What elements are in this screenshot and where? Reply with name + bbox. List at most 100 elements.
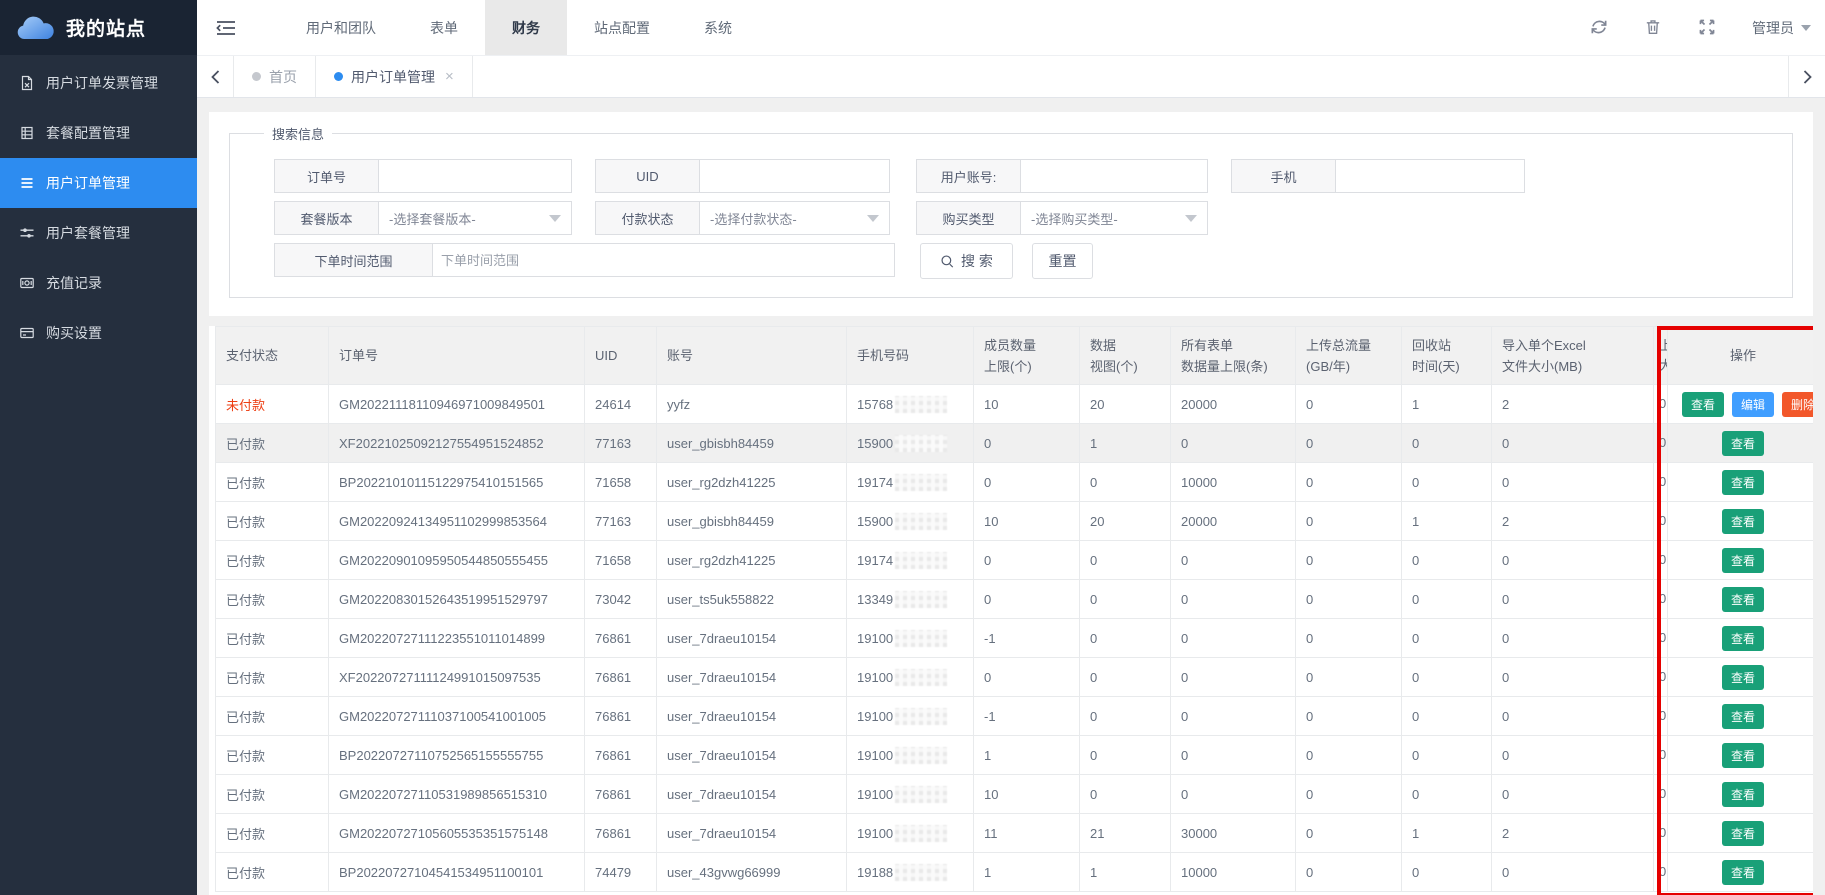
orders-table: 支付状态订单号UID账号手机号码成员数量上限(个)数据视图(个)所有表单数据量上…	[215, 326, 1813, 892]
tabs-scroll-right-button[interactable]	[1788, 56, 1825, 97]
cell-account: user_rg2dzh41225	[657, 541, 847, 580]
sidebar: 我的站点 用户订单发票管理套餐配置管理用户订单管理用户套餐管理充值记录购买设置	[0, 0, 197, 895]
sidebar-item-recharge-record[interactable]: 充值记录	[0, 258, 197, 308]
view-button[interactable]: 查看	[1722, 782, 1764, 807]
cell-account: user_7draeu10154	[657, 658, 847, 697]
topbar: 用户和团队表单财务站点配置系统	[197, 0, 1825, 55]
search-row-3: 下单时间范围 搜 索 重置	[274, 243, 1782, 279]
cell-actions: 查看	[1668, 502, 1814, 541]
purchase-type-select[interactable]: -选择购买类型-	[1020, 201, 1208, 235]
package-version-select[interactable]: -选择套餐版本-	[378, 201, 572, 235]
sidebar-item-order-list[interactable]: 用户订单管理	[0, 158, 197, 208]
cell-member-limit: 0	[974, 463, 1080, 502]
search-row-2: 套餐版本 -选择套餐版本- 付款状态 -选择付款状态-	[274, 201, 1782, 235]
collapse-sidebar-button[interactable]	[197, 0, 255, 55]
view-button[interactable]: 查看	[1682, 392, 1724, 417]
cloud-logo-icon	[14, 13, 58, 43]
cell-data-views: 0	[1080, 736, 1171, 775]
top-nav-tab-4[interactable]: 系统	[677, 0, 759, 55]
cell-data-views: 0	[1080, 775, 1171, 814]
view-button[interactable]: 查看	[1722, 548, 1764, 573]
order-no-input[interactable]	[378, 159, 572, 193]
cell-upload-traffic: 0	[1296, 424, 1402, 463]
phone-mask	[895, 474, 947, 491]
cell-clipped: 0	[1654, 385, 1668, 424]
trash-icon[interactable]	[1644, 18, 1664, 38]
phone-mask	[895, 630, 947, 647]
order-time-range-label: 下单时间范围	[274, 243, 432, 277]
cell-member-limit: 10	[974, 502, 1080, 541]
cell-order-no: GM20220727105605535351575148	[329, 814, 585, 853]
package-version-field: 套餐版本 -选择套餐版本-	[274, 201, 572, 235]
view-button[interactable]: 查看	[1722, 704, 1764, 729]
cell-pay-status: 已付款	[216, 658, 329, 697]
cell-upload-traffic: 0	[1296, 502, 1402, 541]
uid-input[interactable]	[699, 159, 890, 193]
content-area: 搜索信息 订单号 UID 用户账号: 手机	[197, 98, 1825, 895]
cell-uid: 71658	[585, 541, 657, 580]
reset-button[interactable]: 重置	[1032, 243, 1093, 279]
view-button[interactable]: 查看	[1722, 860, 1764, 885]
view-button[interactable]: 查看	[1722, 587, 1764, 612]
top-nav-tab-2[interactable]: 财务	[485, 0, 567, 55]
cell-upload-traffic: 0	[1296, 814, 1402, 853]
refresh-icon[interactable]	[1590, 18, 1610, 38]
search-button[interactable]: 搜 索	[920, 243, 1013, 279]
sidebar-item-package-config[interactable]: 套餐配置管理	[0, 108, 197, 158]
account-input[interactable]	[1020, 159, 1208, 193]
uid-label: UID	[595, 159, 699, 193]
user-menu[interactable]: 管理员	[1752, 18, 1811, 38]
phone-mask	[895, 396, 947, 413]
column-header-form_data_limit: 所有表单数据量上限(条)	[1171, 327, 1296, 385]
view-button[interactable]: 查看	[1722, 431, 1764, 456]
pay-status-select[interactable]: -选择付款状态-	[699, 201, 890, 235]
top-nav-tab-1[interactable]: 表单	[403, 0, 485, 55]
cell-phone: 19100	[847, 736, 974, 775]
view-button[interactable]: 查看	[1722, 743, 1764, 768]
sidebar-item-invoice-file[interactable]: 用户订单发票管理	[0, 58, 197, 108]
phone-mask	[895, 513, 947, 530]
cell-clipped: 0	[1654, 424, 1668, 463]
delete-button[interactable]: 删除	[1782, 392, 1813, 417]
cell-upload-traffic: 0	[1296, 463, 1402, 502]
cell-excel-size: 0	[1492, 541, 1654, 580]
close-icon[interactable]: ×	[445, 68, 454, 85]
cell-order-no: GM20221118110946971009849501	[329, 385, 585, 424]
cell-form-data-limit: 0	[1171, 541, 1296, 580]
cell-clipped: 0	[1654, 814, 1668, 853]
cell-excel-size: 2	[1492, 502, 1654, 541]
tab-user-order-management[interactable]: 用户订单管理 ×	[316, 56, 473, 97]
column-header-excel_size: 导入单个Excel文件大小(MB)	[1492, 327, 1654, 385]
header-row: 支付状态订单号UID账号手机号码成员数量上限(个)数据视图(个)所有表单数据量上…	[216, 327, 1814, 385]
mobile-input[interactable]	[1335, 159, 1525, 193]
cell-uid: 76861	[585, 775, 657, 814]
fullscreen-icon[interactable]	[1698, 18, 1718, 38]
edit-button[interactable]: 编辑	[1732, 392, 1774, 417]
order-time-range-field: 下单时间范围	[274, 243, 895, 279]
view-button[interactable]: 查看	[1722, 509, 1764, 534]
cell-uid: 74479	[585, 853, 657, 892]
cell-actions: 查看	[1668, 424, 1814, 463]
sidebar-item-purchase-settings[interactable]: 购买设置	[0, 308, 197, 358]
view-button[interactable]: 查看	[1722, 821, 1764, 846]
cell-uid: 73042	[585, 580, 657, 619]
cell-excel-size: 0	[1492, 463, 1654, 502]
top-nav-tab-0[interactable]: 用户和团队	[279, 0, 403, 55]
top-nav-tab-3[interactable]: 站点配置	[567, 0, 677, 55]
order-time-range-input[interactable]	[432, 243, 895, 277]
column-header-member_limit: 成员数量上限(个)	[974, 327, 1080, 385]
tab-home[interactable]: 首页	[234, 56, 316, 97]
cell-excel-size: 0	[1492, 658, 1654, 697]
cell-recycle-days: 0	[1402, 775, 1492, 814]
tabs-scroll-left-button[interactable]	[197, 56, 234, 97]
view-button[interactable]: 查看	[1722, 665, 1764, 690]
view-button[interactable]: 查看	[1722, 626, 1764, 651]
cell-order-no: BP20220727104541534951100101	[329, 853, 585, 892]
view-button[interactable]: 查看	[1722, 470, 1764, 495]
phone-mask	[895, 786, 947, 803]
cell-member-limit: 1	[974, 853, 1080, 892]
cell-data-views: 0	[1080, 463, 1171, 502]
sidebar-item-user-package[interactable]: 用户套餐管理	[0, 208, 197, 258]
pay-status-field: 付款状态 -选择付款状态-	[595, 201, 890, 235]
cell-order-no: GM20220924134951102999853564	[329, 502, 585, 541]
